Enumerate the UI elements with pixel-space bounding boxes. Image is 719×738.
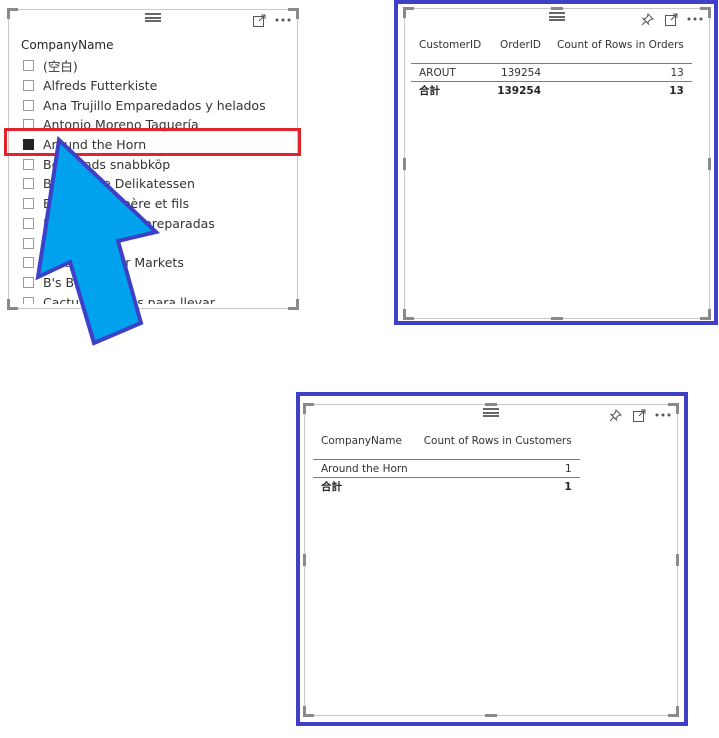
checkbox[interactable] xyxy=(23,257,34,269)
table-cell: 1 xyxy=(415,459,580,478)
table-cell: 139254 xyxy=(489,63,550,82)
total-label: 合計 xyxy=(321,481,342,493)
slicer-item[interactable]: Bottom-Dollar Markets xyxy=(23,253,293,273)
orders-table-visual[interactable]: CustomerID OrderID Count of Rows in Orde… xyxy=(403,7,711,320)
orders-table: CustomerID OrderID Count of Rows in Orde… xyxy=(411,27,692,99)
column-header[interactable]: CompanyName xyxy=(313,423,416,460)
slicer-item[interactable]: Berglunds snabbköp xyxy=(23,154,293,174)
table-cell: Around the Horn xyxy=(313,459,416,478)
total-cell: 1 xyxy=(564,480,572,493)
pin-icon[interactable] xyxy=(607,407,623,423)
resize-corner[interactable] xyxy=(668,403,679,414)
total-cell: 13 xyxy=(669,84,684,97)
visual-header-icons xyxy=(639,11,703,27)
resize-handle[interactable] xyxy=(676,554,679,566)
column-header[interactable]: Count of Rows in Orders xyxy=(549,27,692,64)
slicer-item-label: (空白) xyxy=(43,59,78,75)
total-label: 合計 xyxy=(419,85,440,97)
checkbox[interactable] xyxy=(23,296,34,304)
resize-handle[interactable] xyxy=(551,317,563,320)
resize-handle[interactable] xyxy=(551,7,563,10)
slicer-item[interactable]: Alfreds Futterkiste xyxy=(23,76,293,96)
slicer-item[interactable]: Blondesddsl père et fils xyxy=(23,194,293,214)
table-row[interactable]: Around the Horn 1 xyxy=(313,459,580,478)
slicer-item[interactable]: Bon app' xyxy=(23,233,293,253)
resize-corner[interactable] xyxy=(303,706,314,717)
checkbox[interactable] xyxy=(23,237,34,249)
resize-handle[interactable] xyxy=(403,157,406,170)
checkbox[interactable] xyxy=(23,80,34,92)
slicer-item[interactable]: Blauer See Delikatessen xyxy=(23,174,293,194)
visual-header-icons xyxy=(251,12,291,28)
column-header[interactable]: OrderID xyxy=(489,27,549,64)
resize-corner[interactable] xyxy=(403,309,414,320)
slicer-item-label: Bon app' xyxy=(43,235,99,251)
resize-corner[interactable] xyxy=(7,299,18,310)
table-cell: AROUT xyxy=(411,63,490,82)
table-total-row: 合計 1 xyxy=(313,478,580,496)
selection-highlight-box xyxy=(4,128,301,156)
visual-header-icons xyxy=(607,407,671,423)
resize-corner[interactable] xyxy=(700,309,711,320)
slicer-item[interactable]: Ana Trujillo Emparedados y helados xyxy=(23,95,293,115)
resize-corner[interactable] xyxy=(303,403,314,414)
checkbox[interactable] xyxy=(23,99,34,111)
table-total-row: 合計 139254 13 xyxy=(411,82,692,100)
column-header[interactable]: CustomerID xyxy=(411,27,489,64)
drag-handle-icon[interactable] xyxy=(483,408,499,417)
slicer-item-label: Bottom-Dollar Markets xyxy=(43,255,184,271)
slicer-title: CompanyName xyxy=(21,38,114,52)
slicer-item-label: Alfreds Futterkiste xyxy=(43,78,158,94)
checkbox[interactable] xyxy=(23,276,34,288)
table-row[interactable]: AROUT 139254 13 xyxy=(411,63,692,82)
slicer-item[interactable]: B's Beverages xyxy=(23,273,293,293)
slicer-item-label: Blondesddsl père et fils xyxy=(43,196,190,212)
drag-handle-icon[interactable] xyxy=(549,12,565,21)
resize-handle[interactable] xyxy=(708,157,711,170)
checkbox[interactable] xyxy=(23,198,34,210)
resize-corner[interactable] xyxy=(288,299,299,310)
customers-table: CompanyName Count of Rows in Customers A… xyxy=(313,423,580,495)
resize-handle[interactable] xyxy=(303,554,306,566)
slicer-item-label: B's Beverages xyxy=(43,274,132,290)
slicer-item-label: Berglunds snabbköp xyxy=(43,156,171,172)
table-cell: 13 xyxy=(549,63,692,82)
slicer-item[interactable]: Cactus Comidas para llevar xyxy=(23,292,293,304)
resize-corner[interactable] xyxy=(668,706,679,717)
pin-icon[interactable] xyxy=(639,11,655,27)
column-header[interactable]: Count of Rows in Customers xyxy=(416,423,580,460)
resize-corner[interactable] xyxy=(288,8,299,19)
resize-handle[interactable] xyxy=(485,403,497,406)
resize-corner[interactable] xyxy=(403,7,414,18)
resize-handle[interactable] xyxy=(485,714,497,717)
slicer-item-label: Blauer See Delikatessen xyxy=(43,176,195,192)
checkbox[interactable] xyxy=(23,158,34,170)
slicer-item-label: Bólido Comidas preparadas xyxy=(43,215,215,231)
slicer-item-label: Ana Trujillo Emparedados y helados xyxy=(43,97,266,113)
drag-handle-icon[interactable] xyxy=(145,13,161,22)
slicer-item[interactable]: Bólido Comidas preparadas xyxy=(23,214,293,234)
customers-table-visual[interactable]: CompanyName Count of Rows in Customers A… xyxy=(303,403,679,717)
resize-corner[interactable] xyxy=(700,7,711,18)
total-cell: 139254 xyxy=(497,84,542,97)
slicer-item[interactable]: (空白) xyxy=(23,56,293,76)
focus-mode-icon[interactable] xyxy=(251,12,267,28)
resize-corner[interactable] xyxy=(7,8,18,19)
checkbox[interactable] xyxy=(23,217,34,229)
slicer-list[interactable]: (空白) Alfreds Futterkiste Ana Trujillo Em… xyxy=(23,56,293,304)
focus-mode-icon[interactable] xyxy=(663,11,679,27)
slicer-item-label: Cactus Comidas para llevar xyxy=(43,294,215,304)
table-header-row: CompanyName Count of Rows in Customers xyxy=(313,423,580,460)
table-header-row: CustomerID OrderID Count of Rows in Orde… xyxy=(411,27,692,64)
company-name-slicer[interactable]: CompanyName (空白) Alfreds Futterkiste Ana… xyxy=(7,8,299,310)
focus-mode-icon[interactable] xyxy=(631,407,647,423)
checkbox[interactable] xyxy=(23,60,34,72)
checkbox[interactable] xyxy=(23,178,34,190)
